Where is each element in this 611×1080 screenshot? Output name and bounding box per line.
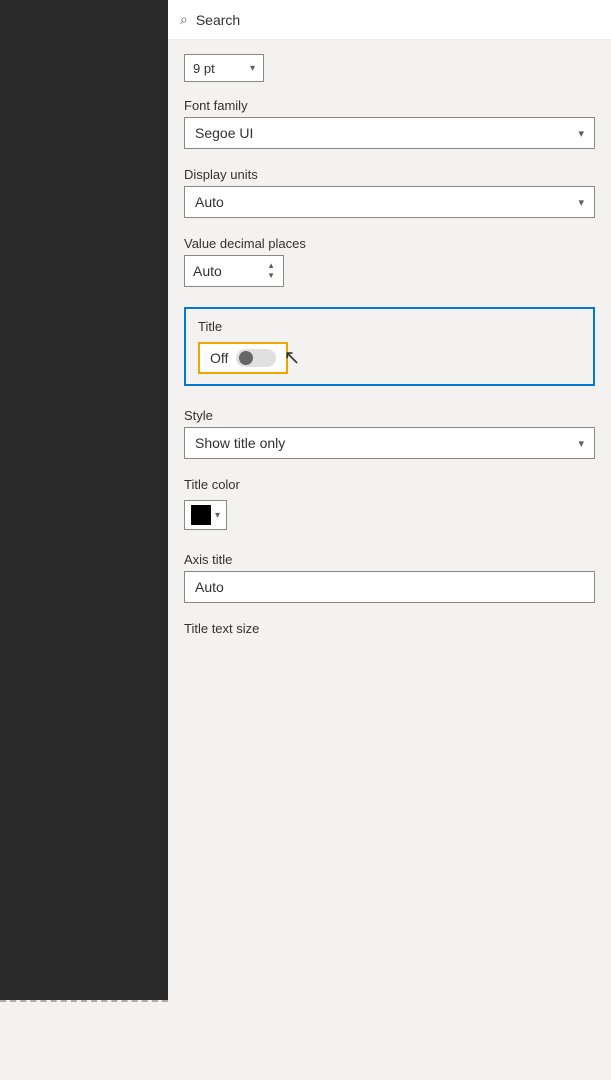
axis-title-input[interactable]: Auto: [184, 571, 595, 603]
font-family-select[interactable]: Segoe UI ▾: [184, 117, 595, 149]
search-icon: ⌕: [180, 11, 188, 28]
axis-title-label: Axis title: [168, 542, 611, 571]
style-value: Show title only: [195, 435, 578, 451]
title-section-label: Title: [198, 319, 581, 334]
toggle-track[interactable]: [236, 349, 276, 367]
search-bar[interactable]: ⌕ Search: [168, 0, 611, 40]
title-toggle[interactable]: Off ↖: [198, 342, 288, 374]
cursor-icon: ↖: [284, 345, 301, 370]
chart-preview-panel: [0, 0, 168, 1080]
font-family-value: Segoe UI: [195, 125, 578, 141]
color-arrow-icon: ▾: [215, 510, 220, 521]
spinner-up-icon[interactable]: ▲: [267, 261, 275, 271]
display-units-arrow-icon: ▾: [578, 196, 584, 209]
toggle-thumb: [239, 351, 253, 365]
title-color-swatch-button[interactable]: ▾: [184, 500, 227, 530]
value-decimal-places-row: Auto ▲ ▼: [184, 255, 595, 287]
style-select[interactable]: Show title only ▾: [184, 427, 595, 459]
value-decimal-places-input[interactable]: Auto ▲ ▼: [184, 255, 284, 287]
value-decimal-places-label: Value decimal places: [168, 226, 611, 255]
font-size-value: 9 pt: [193, 61, 250, 76]
search-label: Search: [196, 12, 240, 28]
title-color-row: ▾: [168, 496, 611, 534]
font-size-select[interactable]: 9 pt ▾: [184, 54, 264, 82]
value-decimal-places-value: Auto: [193, 263, 267, 279]
font-family-arrow-icon: ▾: [578, 127, 584, 140]
chart-bottom-area: [0, 1000, 168, 1080]
title-color-label: Title color: [168, 467, 611, 496]
display-units-value: Auto: [195, 194, 578, 210]
spinner-arrows[interactable]: ▲ ▼: [267, 261, 275, 280]
title-color-swatch: [191, 505, 211, 525]
display-units-select[interactable]: Auto ▾: [184, 186, 595, 218]
title-section: Title Off ↖: [184, 307, 595, 386]
spinner-down-icon[interactable]: ▼: [267, 271, 275, 281]
style-label: Style: [168, 398, 611, 427]
title-text-size-label: Title text size: [168, 611, 611, 640]
toggle-off-label: Off: [210, 350, 228, 366]
display-units-label: Display units: [168, 157, 611, 186]
font-family-label: Font family: [168, 88, 611, 117]
font-size-arrow-icon: ▾: [250, 63, 255, 74]
axis-title-value: Auto: [195, 579, 224, 595]
style-arrow-icon: ▾: [578, 437, 584, 450]
font-size-row: 9 pt ▾: [168, 48, 611, 88]
settings-panel: ⌕ Search 9 pt ▾ Font family Segoe UI ▾ D…: [168, 0, 611, 1080]
